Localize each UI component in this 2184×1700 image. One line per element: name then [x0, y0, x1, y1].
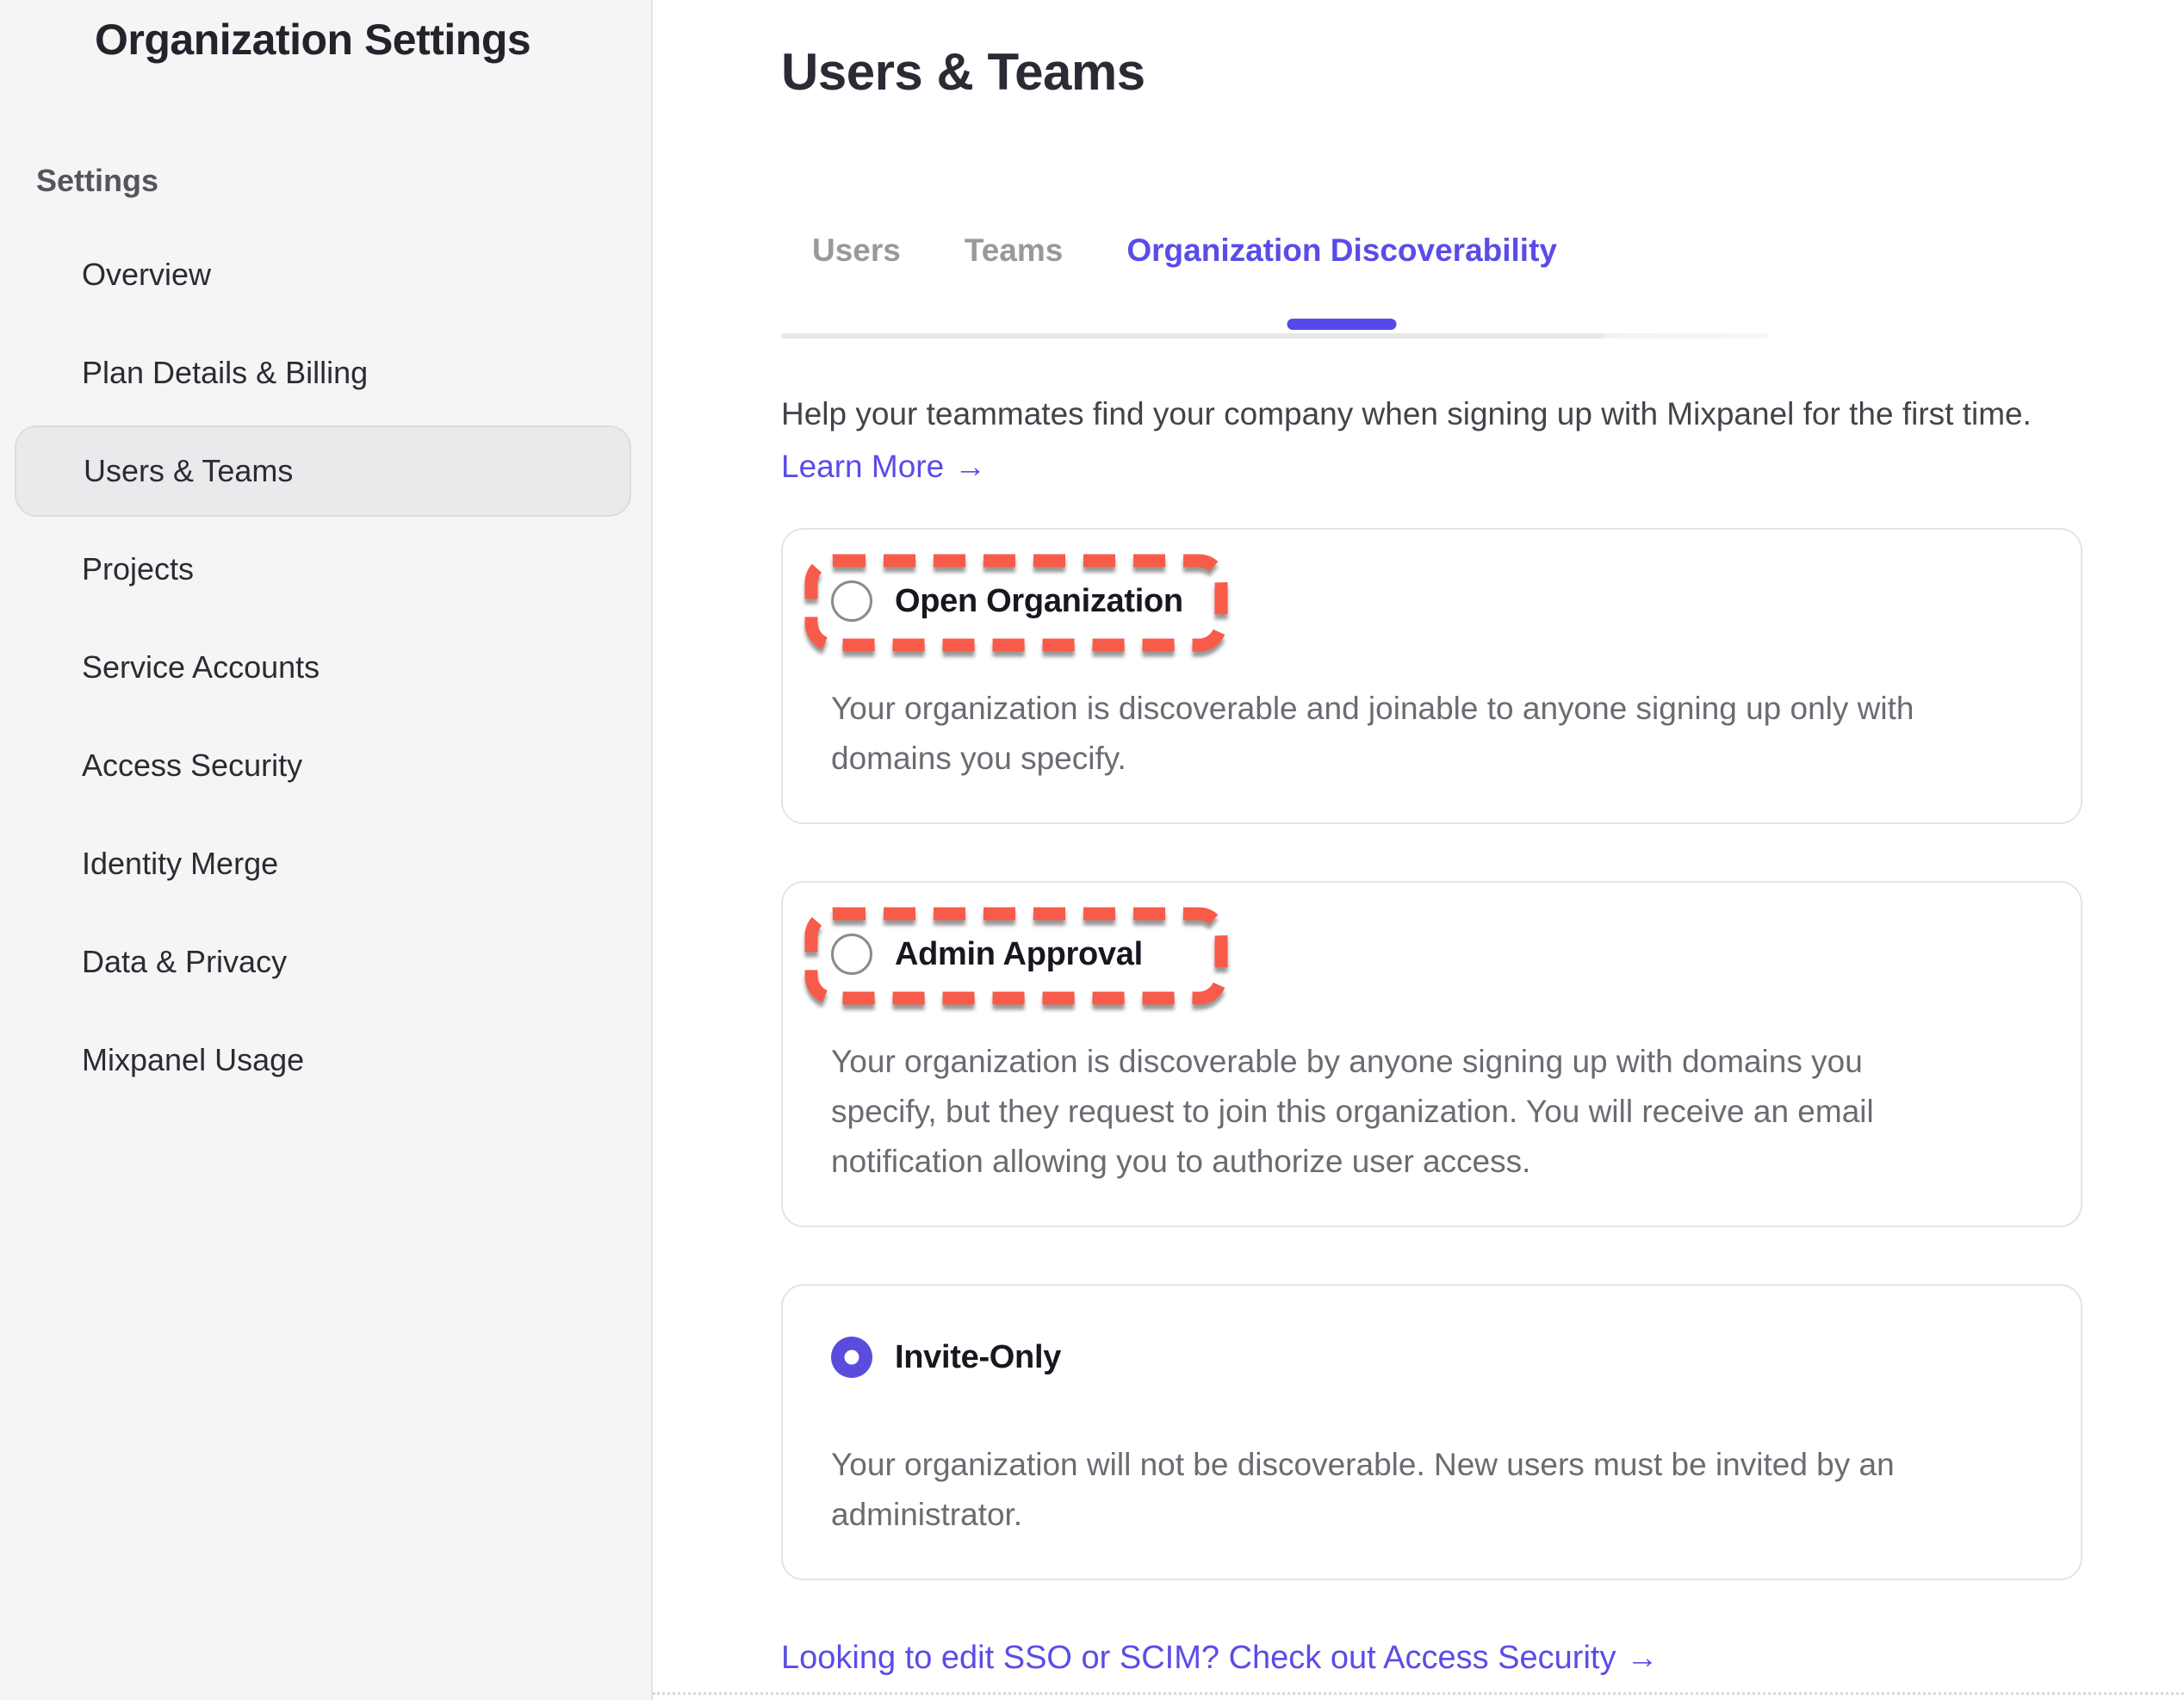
sidebar-item-mixpanel-usage[interactable]: Mixpanel Usage [15, 1014, 631, 1106]
sidebar-item-plan-details-billing[interactable]: Plan Details & Billing [15, 327, 631, 419]
description-line: specify, but they request to join this o… [831, 1087, 2032, 1137]
sidebar-item-overview[interactable]: Overview [15, 229, 631, 320]
learn-more-link[interactable]: Learn More → [781, 448, 986, 486]
tab-bar: Users Teams Organization Discoverability [781, 230, 2184, 338]
access-security-link[interactable]: Looking to edit SSO or SCIM? Check out A… [781, 1635, 1658, 1680]
option-label: Admin Approval [895, 936, 1143, 973]
sidebar-item-users-teams[interactable]: Users & Teams [15, 425, 631, 517]
settings-sidebar: Organization Settings Settings Overview … [0, 0, 653, 1700]
arrow-right-icon: → [954, 448, 986, 486]
description-line: Your organization is discoverable by any… [831, 1037, 2032, 1087]
radio-option-admin-approval[interactable]: Admin Approval [831, 934, 1143, 975]
option-card-open-organization: Open Organization Your organization is d… [781, 528, 2082, 824]
arrow-right-icon: → [1626, 1635, 1658, 1680]
description-line: Your organization will not be discoverab… [831, 1440, 2032, 1490]
description-line: notification allowing you to authorize u… [831, 1137, 2032, 1187]
sidebar-item-service-accounts[interactable]: Service Accounts [15, 622, 631, 713]
tab-divider-line [781, 333, 1769, 338]
sidebar-item-identity-merge[interactable]: Identity Merge [15, 818, 631, 909]
radio-option-invite-only[interactable]: Invite-Only [831, 1337, 1061, 1378]
sidebar-section-label: Settings [36, 162, 651, 200]
option-label: Open Organization [895, 583, 1183, 620]
radio-option-open-organization[interactable]: Open Organization [831, 580, 1183, 622]
option-card-admin-approval: Admin Approval Your organization is disc… [781, 881, 2082, 1227]
sidebar-title: Organization Settings [0, 0, 651, 65]
option-description: Your organization is discoverable and jo… [831, 684, 2032, 784]
option-description: Your organization will not be discoverab… [831, 1440, 2032, 1540]
learn-more-label: Learn More [781, 448, 944, 486]
description-line: Your organization is discoverable and jo… [831, 684, 2032, 734]
access-security-link-label: Looking to edit SSO or SCIM? Check out A… [781, 1635, 1616, 1680]
option-label: Invite-Only [895, 1339, 1061, 1376]
tab-list: Users Teams Organization Discoverability [781, 230, 2184, 271]
sidebar-item-access-security[interactable]: Access Security [15, 720, 631, 811]
description-line: administrator. [831, 1490, 2032, 1540]
discoverability-options: Open Organization Your organization is d… [781, 528, 2082, 1580]
sidebar-item-data-privacy[interactable]: Data & Privacy [15, 916, 631, 1008]
option-description: Your organization is discoverable by any… [831, 1037, 2032, 1187]
sidebar-item-projects[interactable]: Projects [15, 524, 631, 615]
radio-admin-approval[interactable] [831, 934, 872, 975]
radio-open-organization[interactable] [831, 580, 872, 622]
sidebar-nav: Overview Plan Details & Billing Users & … [0, 229, 651, 1113]
page-title: Users & Teams [781, 41, 2184, 103]
bottom-dotted-divider [653, 1692, 2184, 1695]
tab-organization-discoverability[interactable]: Organization Discoverability [1126, 230, 1557, 271]
tab-teams[interactable]: Teams [965, 230, 1064, 271]
tab-users[interactable]: Users [812, 230, 901, 271]
main-content: Users & Teams Users Teams Organization D… [653, 0, 2184, 1700]
intro-text: Help your teammates find your company wh… [781, 392, 2184, 437]
description-line: domains you specify. [831, 734, 2032, 784]
option-card-invite-only: Invite-Only Your organization will not b… [781, 1284, 2082, 1580]
radio-invite-only[interactable] [831, 1337, 872, 1378]
